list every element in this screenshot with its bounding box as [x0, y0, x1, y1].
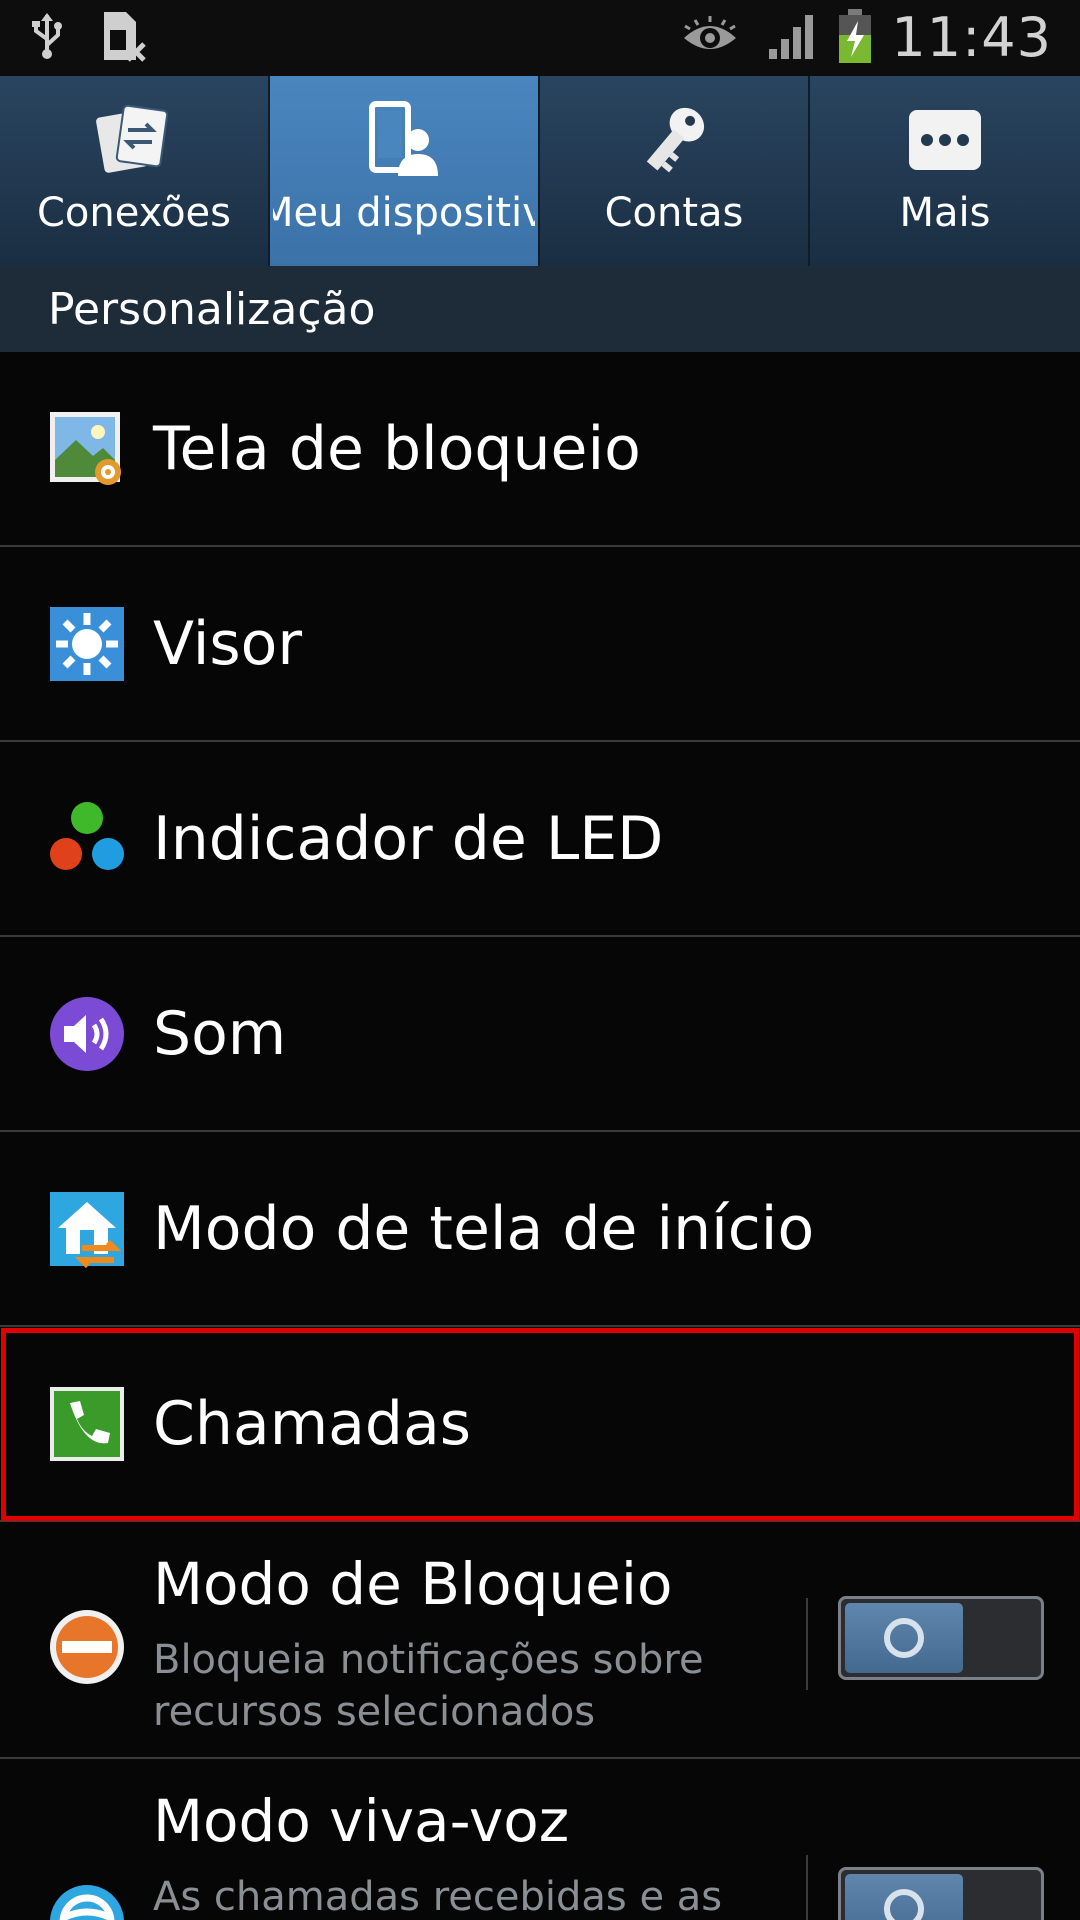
tab-my-device[interactable]: Meu dispositivo: [270, 76, 540, 266]
tab-label: Meu dispositivo: [273, 190, 535, 236]
item-label: Visor: [153, 608, 303, 679]
connections-icon: [94, 100, 174, 180]
call-icon: [48, 1385, 126, 1463]
sound-icon: [48, 995, 126, 1073]
accounts-key-icon: [634, 100, 714, 180]
settings-tab-bar: Conexões Meu dispositivo: [0, 76, 1080, 266]
blocking-mode-toggle[interactable]: [838, 1596, 1044, 1680]
tab-connections[interactable]: Conexões: [0, 76, 270, 266]
section-header-personalization: Personalização: [0, 266, 1080, 352]
item-title: Modo viva-voz: [153, 1787, 570, 1855]
my-device-icon: [364, 100, 444, 180]
tab-more[interactable]: Mais: [810, 76, 1080, 266]
toggle-knob: [845, 1874, 963, 1920]
usb-icon: [30, 13, 64, 63]
item-subtitle: Bloqueia notificações sobre recursos sel…: [153, 1637, 704, 1735]
tab-label: Contas: [604, 190, 744, 236]
item-label: Chamadas: [153, 1388, 472, 1459]
tab-label: Conexões: [36, 190, 232, 236]
item-label: Indicador de LED: [153, 803, 664, 874]
list-item-blocking-mode[interactable]: Modo de Bloqueio Bloqueia notificações s…: [0, 1522, 1080, 1759]
settings-screen: 11:43 Conexões Me: [0, 0, 1080, 1920]
list-item-calls[interactable]: Chamadas: [0, 1327, 1080, 1522]
more-icon: [905, 100, 985, 180]
item-label: Modo de tela de início: [153, 1193, 815, 1264]
no-sim-icon: [100, 10, 146, 66]
list-item-sound[interactable]: Som: [0, 937, 1080, 1132]
item-label: Tela de bloqueio: [153, 413, 641, 484]
status-clock: 11:43: [891, 6, 1052, 69]
list-item-home-screen-mode[interactable]: Modo de tela de início: [0, 1132, 1080, 1327]
driving-mode-icon: [48, 1883, 126, 1920]
led-indicator-icon: [48, 800, 126, 878]
list-item-driving-mode[interactable]: Modo viva-voz As chamadas recebidas e as: [0, 1759, 1080, 1920]
tab-label: Mais: [899, 190, 991, 236]
list-item-led-indicator[interactable]: Indicador de LED: [0, 742, 1080, 937]
blocking-mode-icon: [48, 1608, 126, 1686]
list-item-lock-screen[interactable]: Tela de bloqueio: [0, 352, 1080, 547]
tab-accounts[interactable]: Contas: [540, 76, 810, 266]
smart-stay-eye-icon: [681, 14, 739, 62]
item-title: Modo de Bloqueio: [153, 1550, 673, 1618]
home-screen-mode-icon: [48, 1190, 126, 1268]
divider: [806, 1598, 808, 1690]
display-icon: [48, 605, 126, 683]
driving-mode-toggle[interactable]: [838, 1867, 1044, 1920]
battery-charging-icon: [837, 7, 873, 69]
item-label: Som: [153, 998, 287, 1069]
list-item-display[interactable]: Visor: [0, 547, 1080, 742]
status-bar: 11:43: [0, 0, 1080, 76]
lock-screen-icon: [48, 410, 126, 488]
signal-icon: [767, 11, 819, 65]
toggle-knob: [845, 1603, 963, 1673]
item-subtitle: As chamadas recebidas e as: [153, 1874, 723, 1920]
settings-list: Tela de bloqueio Visor Indicador de LED …: [0, 352, 1080, 1920]
divider: [806, 1855, 808, 1920]
